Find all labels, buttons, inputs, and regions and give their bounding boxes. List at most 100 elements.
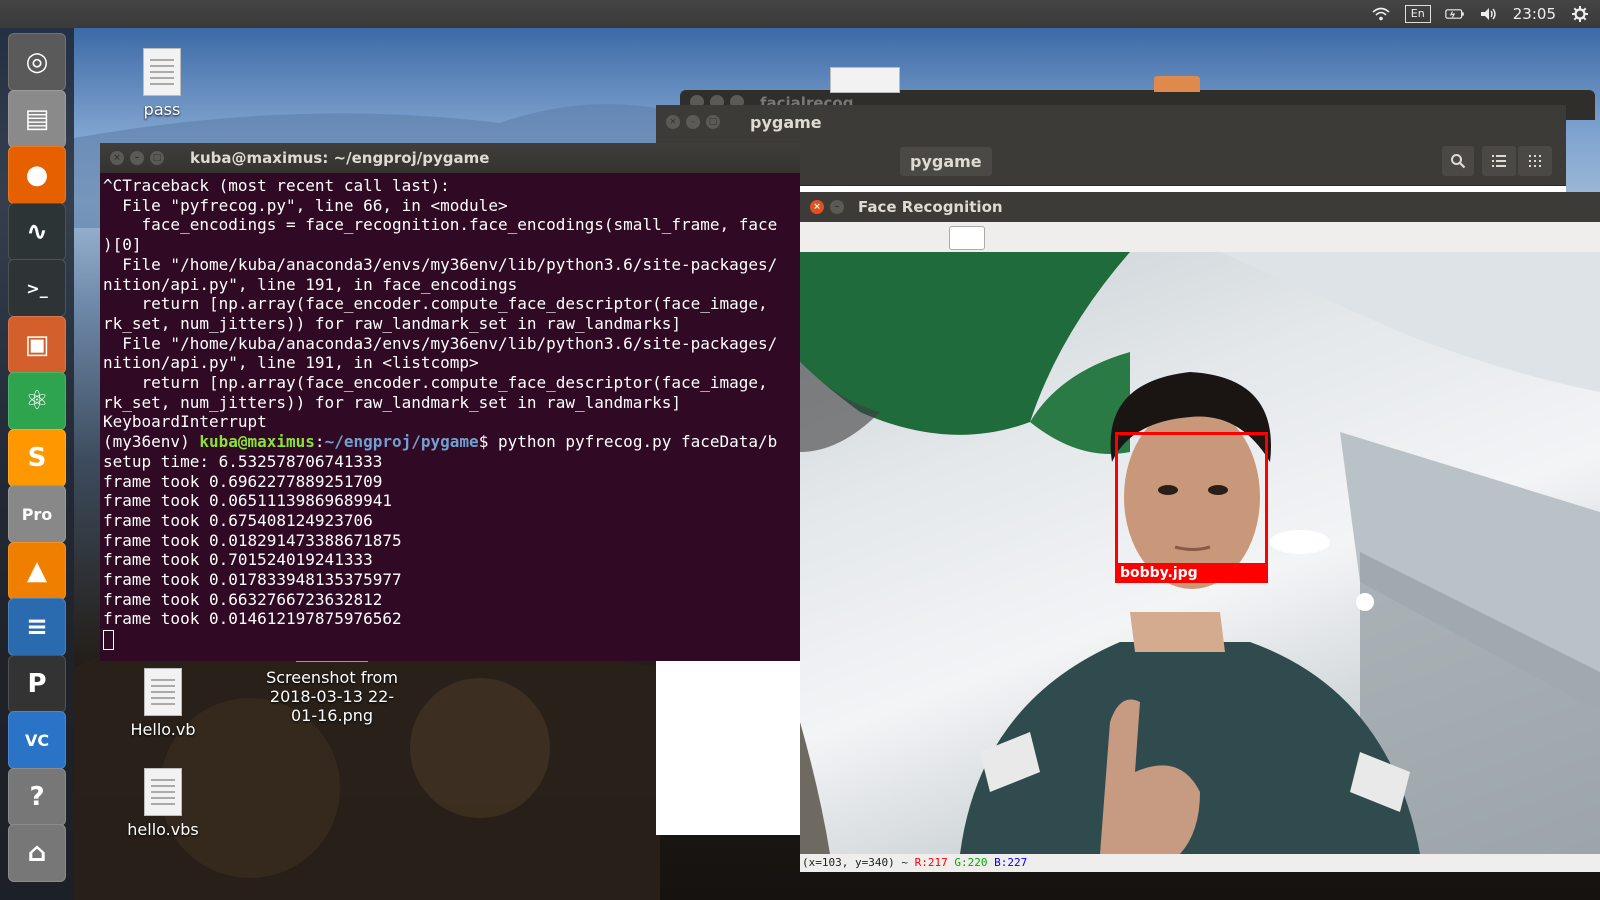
- opencv-toolbar: [800, 222, 1600, 252]
- help-icon[interactable]: ?: [8, 767, 66, 826]
- vlc-icon[interactable]: ▲: [8, 541, 66, 600]
- terminal-window[interactable]: × – □ kuba@maximus: ~/engproj/pygame ^CT…: [100, 143, 800, 661]
- minimize-icon[interactable]: –: [686, 115, 700, 129]
- terminal-cursor-line: [103, 629, 800, 650]
- face-label: bobby.jpg: [1115, 563, 1268, 583]
- window-controls: × – □: [110, 151, 164, 165]
- prompt-user: kuba@maximus: [199, 432, 315, 452]
- terminal-line: nition/api.py", line 191, in <listcomp>: [103, 353, 479, 373]
- battery-icon[interactable]: [1445, 5, 1465, 23]
- atom-icon[interactable]: ⚛: [8, 372, 66, 430]
- status-green-value: G:220: [954, 856, 988, 869]
- face-recognition-window[interactable]: × – Face Recognition bobby.jpg (x=103, y…: [800, 192, 1600, 872]
- terminal-icon[interactable]: >_: [8, 259, 66, 317]
- paperclip-icon: [830, 67, 900, 93]
- system-monitor-icon[interactable]: ∿: [8, 202, 66, 261]
- pgadmin-icon[interactable]: P: [8, 654, 66, 713]
- terminal-output-line: frame took 0.017833948135375977: [103, 570, 402, 590]
- terminal-line: ^CTraceback (most recent call last):: [103, 176, 450, 195]
- terminal-prompt-line: (my36env) kuba@maximus:~/engproj/pygame$…: [103, 432, 778, 452]
- top-panel: En 23:05: [0, 0, 1600, 28]
- window-title: kuba@maximus: ~/engproj/pygame: [190, 149, 490, 167]
- desktop-icon-pass[interactable]: pass: [122, 48, 202, 119]
- window-titlebar[interactable]: × – □ kuba@maximus: ~/engproj/pygame: [100, 143, 800, 173]
- archive-manager-icon[interactable]: ▣: [8, 315, 66, 374]
- camera-feed[interactable]: bobby.jpg: [800, 252, 1600, 854]
- toolbar-button[interactable]: [949, 226, 985, 250]
- terminal-cursor: [103, 629, 114, 650]
- text-file-icon: [144, 768, 182, 816]
- prompt-command: $ python pyfrecog.py faceData/b: [478, 432, 778, 452]
- terminal-line: rk_set, num_jitters)) for raw_landmark_s…: [103, 313, 681, 333]
- text-file-icon: [144, 668, 182, 716]
- terminal-output-line: frame took 0.06511139869689941: [103, 491, 392, 511]
- pixel-status-bar: (x=103, y=340) ~ R:217 G:220 B:227: [800, 854, 1600, 872]
- window-title: pygame: [750, 113, 822, 132]
- desktop-icon-label: pass: [143, 100, 181, 119]
- terminal-line: rk_set, num_jitters)) for raw_landmark_s…: [103, 392, 681, 412]
- search-icon[interactable]: [1442, 146, 1474, 176]
- terminal-output-line: frame took 0.6632766723632812: [103, 589, 383, 609]
- keyboard-layout-indicator[interactable]: En: [1404, 5, 1431, 23]
- ubuntu-dash-icon[interactable]: ◎: [8, 33, 66, 91]
- clock[interactable]: 23:05: [1513, 5, 1556, 23]
- folder-icon: [1154, 76, 1200, 92]
- text-file-icon: [143, 48, 181, 96]
- close-icon[interactable]: ×: [666, 115, 680, 129]
- wifi-icon[interactable]: [1371, 5, 1391, 23]
- terminal-output-line: frame took 0.675408124923706: [103, 510, 373, 530]
- sublime-text-icon[interactable]: S: [8, 428, 66, 487]
- list-view-icon[interactable]: [1482, 146, 1516, 176]
- terminal-line: KeyboardInterrupt: [103, 412, 267, 432]
- status-coordinates: (x=103, y=340) ~: [802, 856, 915, 869]
- desktop-icon-hello-vbs[interactable]: hello.vbs: [115, 768, 211, 839]
- window-titlebar[interactable]: × – Face Recognition: [800, 192, 1600, 222]
- window-titlebar[interactable]: × – □ pygame: [656, 105, 1566, 140]
- firefox-icon[interactable]: ●: [8, 146, 66, 204]
- maximize-icon[interactable]: □: [706, 115, 720, 129]
- gear-icon[interactable]: [1570, 5, 1590, 23]
- maximize-icon[interactable]: □: [150, 151, 164, 165]
- window-title: Face Recognition: [858, 198, 1003, 216]
- terminal-output-line: frame took 0.018291473388671875: [103, 530, 402, 550]
- prompt-path: ~/engproj/pygame: [324, 432, 479, 452]
- grid-view-icon[interactable]: [1518, 146, 1552, 176]
- status-blue-value: B:227: [994, 856, 1028, 869]
- minimize-icon[interactable]: –: [130, 151, 144, 165]
- status-red-value: R:217: [914, 856, 948, 869]
- terminal-output[interactable]: ^CTraceback (most recent call last): Fil…: [103, 176, 800, 650]
- desktop-icon-label: Hello.vb: [130, 720, 196, 739]
- window-controls: × – □: [666, 115, 720, 129]
- minimize-icon[interactable]: –: [830, 200, 844, 214]
- terminal-line: )[0]: [103, 235, 142, 255]
- trash-icon[interactable]: ⌂: [8, 824, 66, 882]
- visual-code-icon[interactable]: VC: [8, 711, 66, 769]
- volume-icon[interactable]: [1479, 5, 1499, 23]
- close-icon[interactable]: ×: [110, 151, 124, 165]
- window-controls: × –: [810, 200, 844, 214]
- terminal-output-line: frame took 0.701524019241333: [103, 550, 373, 570]
- desktop-icon-label: Screenshot from 2018-03-13 22-01-16.png: [266, 668, 398, 725]
- prompt-env: (my36env): [103, 432, 200, 452]
- desktop-icon-label: hello.vbs: [127, 820, 199, 839]
- terminal-line: return [np.array(face_encoder.compute_fa…: [103, 373, 768, 393]
- terminal-line: File "/home/kuba/anaconda3/envs/my36env/…: [103, 333, 778, 353]
- mono-develop-icon[interactable]: ≡: [8, 598, 66, 656]
- close-icon[interactable]: ×: [810, 200, 824, 214]
- unity-launcher: ◎ ▤ ● ∿ >_ ▣ ⚛ S Pro ▲ ≡ P VC? ⌂: [0, 28, 74, 900]
- terminal-line: File "/home/kuba/anaconda3/envs/my36env/…: [103, 254, 778, 274]
- path-bar-button[interactable]: pygame: [900, 147, 992, 176]
- desktop-icon-screenshot[interactable]: Screenshot from 2018-03-13 22-01-16.png: [262, 652, 402, 725]
- face-bounding-box: [1115, 432, 1268, 566]
- terminal-line: face_encodings = face_recognition.face_e…: [103, 215, 778, 235]
- terminal-output-line: frame took 0.6962277889251709: [103, 471, 383, 491]
- terminal-line: File "pyfrecog.py", line 66, in <module>: [103, 195, 508, 215]
- file-manager-icon[interactable]: ▤: [8, 89, 66, 148]
- terminal-output-line: setup time: 6.532578706741333: [103, 451, 383, 471]
- terminal-line: nition/api.py", line 191, in face_encodi…: [103, 274, 518, 294]
- system-tray: En 23:05: [1371, 0, 1590, 28]
- desktop-icon-hello-vb[interactable]: Hello.vb: [115, 668, 211, 739]
- terminal-output-line: frame took 0.014612197875976562: [103, 609, 402, 629]
- terminal-line: return [np.array(face_encoder.compute_fa…: [103, 294, 768, 314]
- google-earth-pro-icon[interactable]: Pro: [8, 485, 66, 543]
